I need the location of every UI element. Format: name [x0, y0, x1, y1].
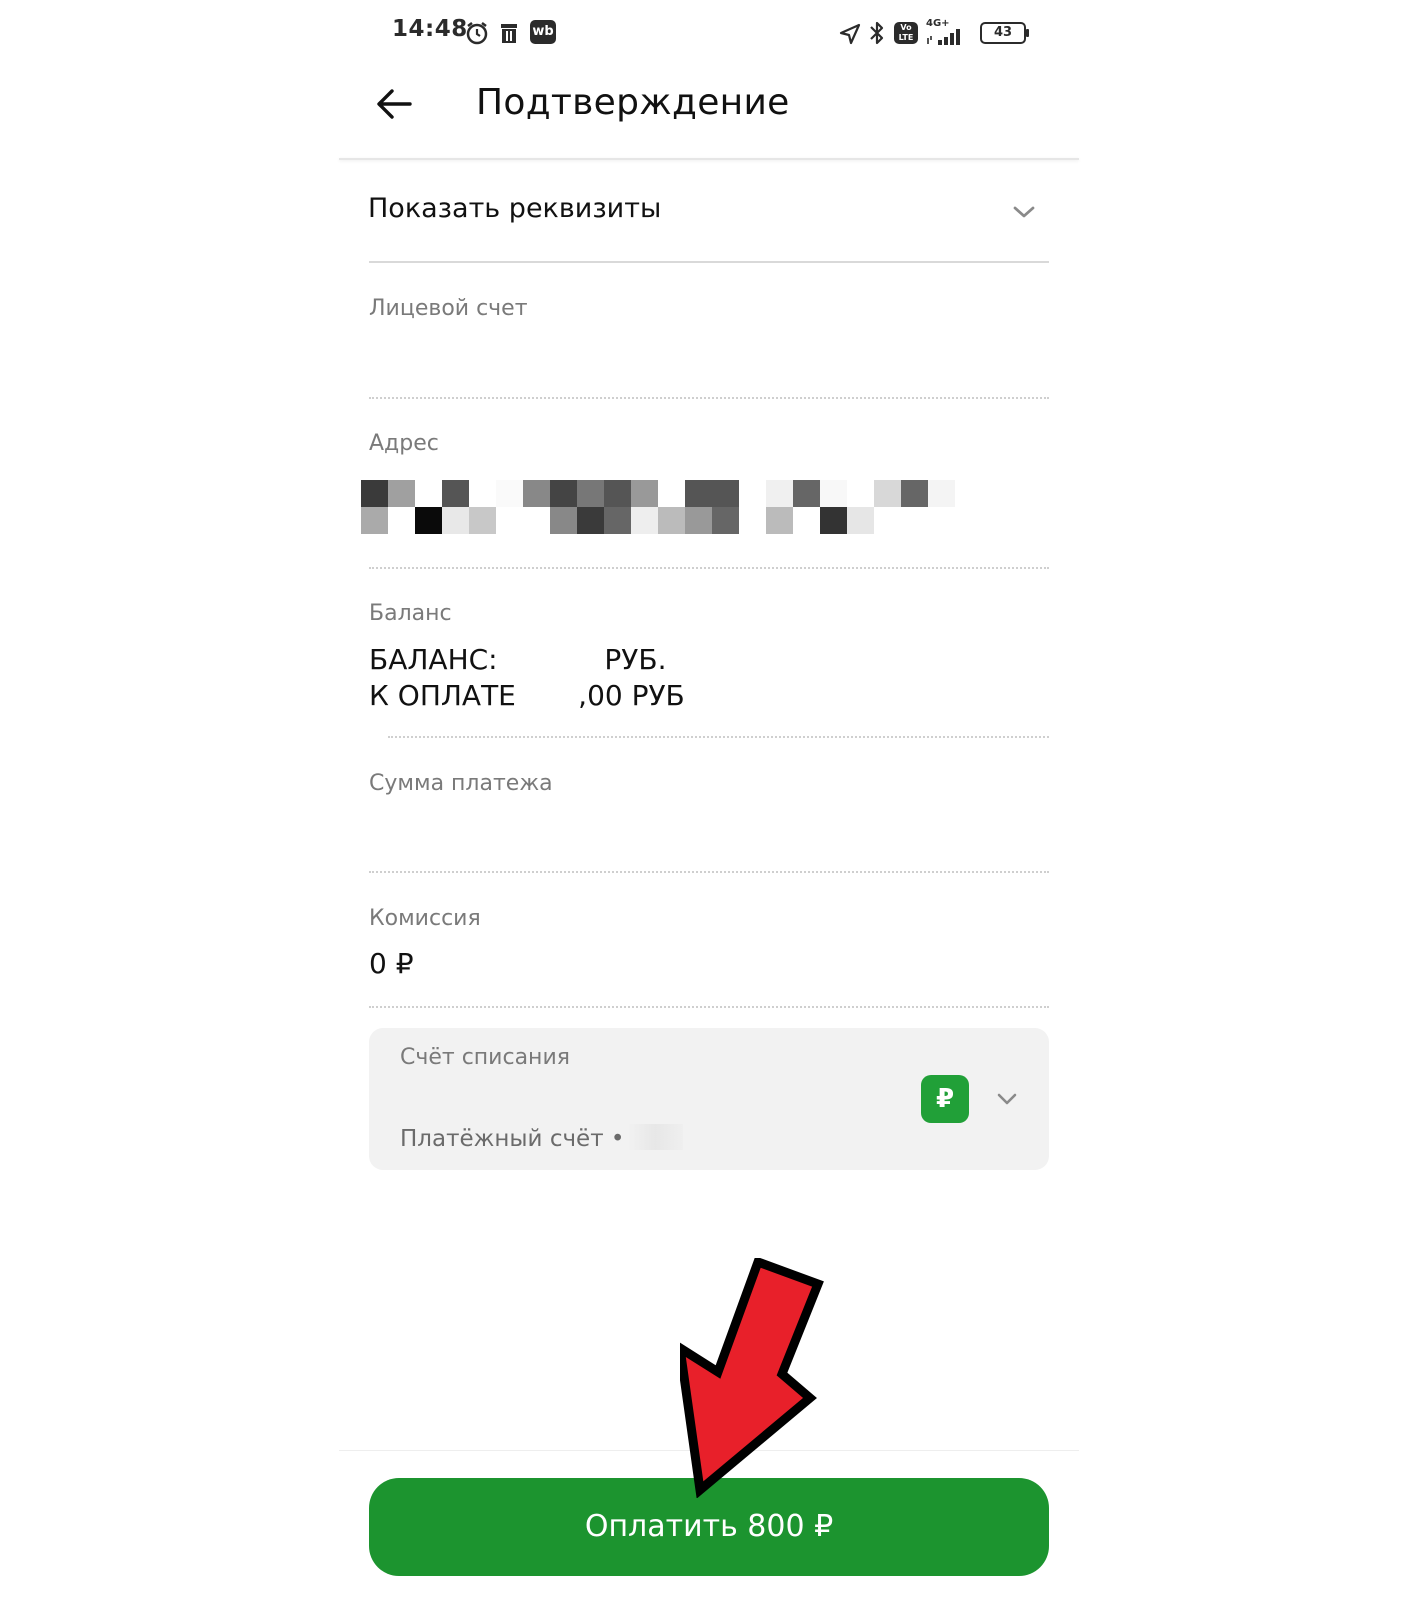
account-number-masked [627, 1124, 683, 1150]
battery-indicator: 43 [980, 22, 1026, 44]
field-divider [369, 567, 1049, 569]
status-time: 14:48 [392, 16, 468, 42]
debit-account-name: Платёжный счёт •• [400, 1126, 639, 1152]
field-divider [369, 1006, 1049, 1008]
payment-sum-label: Сумма платежа [369, 771, 553, 796]
battery-tip [1026, 29, 1029, 37]
field-divider [388, 736, 1049, 738]
bottom-divider [339, 1450, 1079, 1451]
address-label: Адрес [369, 431, 439, 456]
ruble-currency-icon: ₽ [921, 1075, 969, 1123]
page-title: Подтверждение [476, 82, 790, 123]
chevron-down-icon [997, 1093, 1017, 1105]
volte-icon: Vo LTE [894, 22, 918, 44]
back-arrow-icon[interactable] [374, 84, 414, 124]
red-arrow-annotation [680, 1258, 824, 1498]
debit-account-label: Счёт списания [400, 1045, 570, 1070]
header-divider [339, 158, 1079, 160]
wb-app-icon: wb [530, 20, 556, 44]
address-value-pixelated [361, 480, 961, 534]
amount-due-line: К ОПЛАТЕ ,00 РУБ [369, 679, 685, 712]
show-details-toggle[interactable]: Показать реквизиты [368, 176, 1048, 264]
commission-value: 0 ₽ [369, 947, 414, 980]
commission-label: Комиссия [369, 906, 481, 931]
signal-4g-icon [927, 29, 960, 45]
balance-label: Баланс [369, 601, 452, 626]
debit-account-selector[interactable]: Счёт списания Платёжный счёт •• ₽ [369, 1028, 1049, 1170]
pay-button[interactable]: Оплатить 800 ₽ [369, 1478, 1049, 1576]
field-divider [369, 871, 1049, 873]
alarm-icon [466, 22, 488, 45]
details-divider [369, 261, 1049, 263]
bluetooth-icon [870, 21, 884, 45]
location-arrow-icon [839, 23, 861, 45]
chevron-down-icon [1013, 206, 1035, 218]
show-details-label: Показать реквизиты [368, 193, 662, 224]
account-label: Лицевой счет [369, 296, 528, 321]
balance-line: БАЛАНС: РУБ. [369, 643, 667, 676]
balance-value: БАЛАНС: РУБ. К ОПЛАТЕ ,00 РУБ [369, 642, 685, 714]
field-divider [369, 397, 1049, 399]
trash-icon [501, 24, 517, 43]
